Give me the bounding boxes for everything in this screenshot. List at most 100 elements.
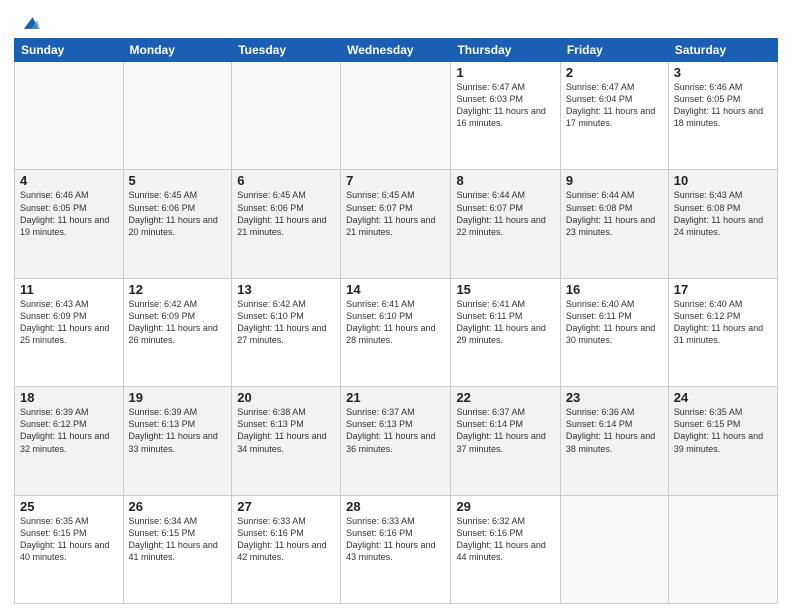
calendar-cell: [341, 62, 451, 170]
day-info: Sunrise: 6:34 AM Sunset: 6:15 PM Dayligh…: [129, 515, 227, 564]
day-info: Sunrise: 6:42 AM Sunset: 6:09 PM Dayligh…: [129, 298, 227, 347]
day-number: 5: [129, 173, 227, 188]
calendar-cell: 2Sunrise: 6:47 AM Sunset: 6:04 PM Daylig…: [560, 62, 668, 170]
day-number: 1: [456, 65, 554, 80]
calendar-cell: 1Sunrise: 6:47 AM Sunset: 6:03 PM Daylig…: [451, 62, 560, 170]
day-info: Sunrise: 6:45 AM Sunset: 6:06 PM Dayligh…: [237, 189, 335, 238]
day-info: Sunrise: 6:33 AM Sunset: 6:16 PM Dayligh…: [237, 515, 335, 564]
day-number: 25: [20, 499, 118, 514]
day-info: Sunrise: 6:37 AM Sunset: 6:14 PM Dayligh…: [456, 406, 554, 455]
day-number: 14: [346, 282, 445, 297]
logo: [14, 10, 40, 34]
calendar-cell: 18Sunrise: 6:39 AM Sunset: 6:12 PM Dayli…: [15, 387, 124, 495]
day-info: Sunrise: 6:32 AM Sunset: 6:16 PM Dayligh…: [456, 515, 554, 564]
calendar-cell: [560, 495, 668, 603]
day-info: Sunrise: 6:36 AM Sunset: 6:14 PM Dayligh…: [566, 406, 663, 455]
calendar-week-row: 18Sunrise: 6:39 AM Sunset: 6:12 PM Dayli…: [15, 387, 778, 495]
calendar-week-row: 25Sunrise: 6:35 AM Sunset: 6:15 PM Dayli…: [15, 495, 778, 603]
calendar-cell: 19Sunrise: 6:39 AM Sunset: 6:13 PM Dayli…: [123, 387, 232, 495]
day-info: Sunrise: 6:47 AM Sunset: 6:04 PM Dayligh…: [566, 81, 663, 130]
day-info: Sunrise: 6:35 AM Sunset: 6:15 PM Dayligh…: [674, 406, 772, 455]
day-info: Sunrise: 6:33 AM Sunset: 6:16 PM Dayligh…: [346, 515, 445, 564]
calendar-cell: 25Sunrise: 6:35 AM Sunset: 6:15 PM Dayli…: [15, 495, 124, 603]
day-number: 28: [346, 499, 445, 514]
day-info: Sunrise: 6:40 AM Sunset: 6:12 PM Dayligh…: [674, 298, 772, 347]
calendar-week-row: 1Sunrise: 6:47 AM Sunset: 6:03 PM Daylig…: [15, 62, 778, 170]
header-sunday: Sunday: [15, 39, 124, 62]
day-number: 24: [674, 390, 772, 405]
day-number: 13: [237, 282, 335, 297]
day-number: 21: [346, 390, 445, 405]
header-saturday: Saturday: [668, 39, 777, 62]
calendar-cell: 22Sunrise: 6:37 AM Sunset: 6:14 PM Dayli…: [451, 387, 560, 495]
day-info: Sunrise: 6:39 AM Sunset: 6:13 PM Dayligh…: [129, 406, 227, 455]
day-number: 4: [20, 173, 118, 188]
day-info: Sunrise: 6:38 AM Sunset: 6:13 PM Dayligh…: [237, 406, 335, 455]
calendar-cell: 29Sunrise: 6:32 AM Sunset: 6:16 PM Dayli…: [451, 495, 560, 603]
calendar-cell: 5Sunrise: 6:45 AM Sunset: 6:06 PM Daylig…: [123, 170, 232, 278]
calendar-cell: 17Sunrise: 6:40 AM Sunset: 6:12 PM Dayli…: [668, 278, 777, 386]
day-number: 22: [456, 390, 554, 405]
header-friday: Friday: [560, 39, 668, 62]
header-thursday: Thursday: [451, 39, 560, 62]
calendar-cell: 13Sunrise: 6:42 AM Sunset: 6:10 PM Dayli…: [232, 278, 341, 386]
day-info: Sunrise: 6:43 AM Sunset: 6:09 PM Dayligh…: [20, 298, 118, 347]
day-info: Sunrise: 6:43 AM Sunset: 6:08 PM Dayligh…: [674, 189, 772, 238]
day-number: 29: [456, 499, 554, 514]
day-number: 18: [20, 390, 118, 405]
day-number: 9: [566, 173, 663, 188]
calendar-cell: 12Sunrise: 6:42 AM Sunset: 6:09 PM Dayli…: [123, 278, 232, 386]
calendar-cell: [123, 62, 232, 170]
calendar-cell: [15, 62, 124, 170]
calendar-cell: 27Sunrise: 6:33 AM Sunset: 6:16 PM Dayli…: [232, 495, 341, 603]
day-number: 19: [129, 390, 227, 405]
calendar-cell: 21Sunrise: 6:37 AM Sunset: 6:13 PM Dayli…: [341, 387, 451, 495]
day-info: Sunrise: 6:47 AM Sunset: 6:03 PM Dayligh…: [456, 81, 554, 130]
calendar-cell: 24Sunrise: 6:35 AM Sunset: 6:15 PM Dayli…: [668, 387, 777, 495]
calendar-table: SundayMondayTuesdayWednesdayThursdayFrid…: [14, 38, 778, 604]
day-number: 23: [566, 390, 663, 405]
calendar-cell: 7Sunrise: 6:45 AM Sunset: 6:07 PM Daylig…: [341, 170, 451, 278]
day-number: 16: [566, 282, 663, 297]
day-number: 10: [674, 173, 772, 188]
day-number: 11: [20, 282, 118, 297]
day-number: 20: [237, 390, 335, 405]
day-info: Sunrise: 6:45 AM Sunset: 6:06 PM Dayligh…: [129, 189, 227, 238]
header-tuesday: Tuesday: [232, 39, 341, 62]
calendar-cell: 20Sunrise: 6:38 AM Sunset: 6:13 PM Dayli…: [232, 387, 341, 495]
day-number: 2: [566, 65, 663, 80]
day-number: 17: [674, 282, 772, 297]
day-number: 15: [456, 282, 554, 297]
day-number: 27: [237, 499, 335, 514]
calendar-cell: 9Sunrise: 6:44 AM Sunset: 6:08 PM Daylig…: [560, 170, 668, 278]
calendar-cell: 11Sunrise: 6:43 AM Sunset: 6:09 PM Dayli…: [15, 278, 124, 386]
logo-icon: [18, 12, 40, 34]
calendar-cell: 14Sunrise: 6:41 AM Sunset: 6:10 PM Dayli…: [341, 278, 451, 386]
day-info: Sunrise: 6:40 AM Sunset: 6:11 PM Dayligh…: [566, 298, 663, 347]
day-info: Sunrise: 6:45 AM Sunset: 6:07 PM Dayligh…: [346, 189, 445, 238]
day-info: Sunrise: 6:35 AM Sunset: 6:15 PM Dayligh…: [20, 515, 118, 564]
calendar-cell: [232, 62, 341, 170]
day-number: 6: [237, 173, 335, 188]
day-number: 12: [129, 282, 227, 297]
calendar-cell: 28Sunrise: 6:33 AM Sunset: 6:16 PM Dayli…: [341, 495, 451, 603]
day-number: 26: [129, 499, 227, 514]
top-section: [14, 10, 778, 34]
day-number: 3: [674, 65, 772, 80]
calendar-cell: 26Sunrise: 6:34 AM Sunset: 6:15 PM Dayli…: [123, 495, 232, 603]
day-info: Sunrise: 6:46 AM Sunset: 6:05 PM Dayligh…: [20, 189, 118, 238]
calendar-cell: 10Sunrise: 6:43 AM Sunset: 6:08 PM Dayli…: [668, 170, 777, 278]
calendar-cell: 15Sunrise: 6:41 AM Sunset: 6:11 PM Dayli…: [451, 278, 560, 386]
day-info: Sunrise: 6:39 AM Sunset: 6:12 PM Dayligh…: [20, 406, 118, 455]
day-number: 7: [346, 173, 445, 188]
day-info: Sunrise: 6:37 AM Sunset: 6:13 PM Dayligh…: [346, 406, 445, 455]
day-info: Sunrise: 6:42 AM Sunset: 6:10 PM Dayligh…: [237, 298, 335, 347]
day-info: Sunrise: 6:41 AM Sunset: 6:11 PM Dayligh…: [456, 298, 554, 347]
day-info: Sunrise: 6:46 AM Sunset: 6:05 PM Dayligh…: [674, 81, 772, 130]
calendar-cell: 4Sunrise: 6:46 AM Sunset: 6:05 PM Daylig…: [15, 170, 124, 278]
header-wednesday: Wednesday: [341, 39, 451, 62]
header-monday: Monday: [123, 39, 232, 62]
calendar-header-row: SundayMondayTuesdayWednesdayThursdayFrid…: [15, 39, 778, 62]
day-info: Sunrise: 6:44 AM Sunset: 6:07 PM Dayligh…: [456, 189, 554, 238]
page: SundayMondayTuesdayWednesdayThursdayFrid…: [0, 0, 792, 612]
